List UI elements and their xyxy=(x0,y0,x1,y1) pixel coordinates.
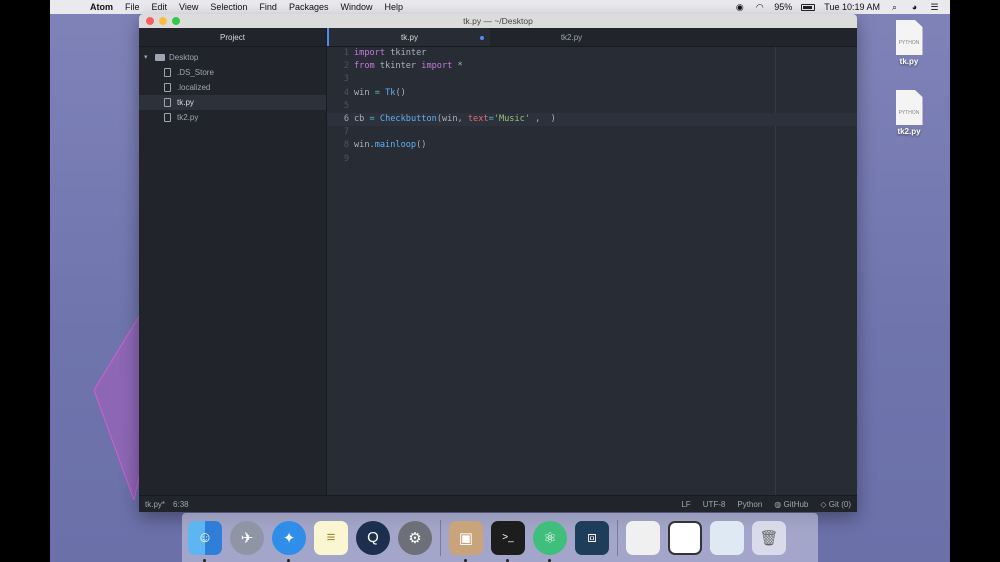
tree-folder-desktop[interactable]: ▾ Desktop xyxy=(139,49,326,65)
folder-label: Desktop xyxy=(169,52,199,62)
line-number: 7 xyxy=(343,127,349,138)
project-tree: Project ▾ Desktop .DS_Store .localized t… xyxy=(139,28,327,495)
line-number: 6 xyxy=(343,113,349,124)
window-thumbnail-icon[interactable] xyxy=(668,520,702,555)
code-line: 8 win.mainloop() xyxy=(327,139,857,152)
atom-window: tk.py — ~/Desktop Project ▾ Desktop .DS_… xyxy=(139,14,857,512)
line-number: 9 xyxy=(343,153,349,164)
file-icon xyxy=(164,98,171,107)
code-line-current: 6 cb = Checkbutton(win, text='Music' , ) xyxy=(327,112,857,127)
window-title: tk.py — ~/Desktop xyxy=(463,16,533,26)
tab-label: tk.py xyxy=(401,33,418,42)
dock-separator xyxy=(617,519,618,556)
safari-icon[interactable]: ✦ xyxy=(272,520,306,562)
file-icon xyxy=(164,83,171,92)
siri-icon[interactable]: ◕ xyxy=(909,2,920,12)
title-bar: tk.py — ~/Desktop xyxy=(139,14,857,28)
image-thumbnail-icon[interactable] xyxy=(710,520,744,555)
menu-window[interactable]: Window xyxy=(340,2,372,12)
status-encoding[interactable]: UTF-8 xyxy=(703,500,726,509)
tree-file-tk2-py[interactable]: tk2.py xyxy=(139,110,326,125)
code-line: 3 xyxy=(327,73,857,86)
screen: Atom File Edit View Selection Find Packa… xyxy=(50,0,950,562)
line-number: 1 xyxy=(343,48,349,58)
dock-separator xyxy=(440,519,441,556)
notification-center-icon[interactable]: ☰ xyxy=(929,2,940,12)
line-number: 2 xyxy=(343,61,349,72)
desktop-file-tk2-py[interactable]: PYTHON tk2.py xyxy=(889,90,929,136)
menu-help[interactable]: Help xyxy=(384,2,403,12)
file-label: tk.py xyxy=(177,98,194,107)
status-file[interactable]: tk.py* xyxy=(145,500,165,509)
code-line: 7 xyxy=(327,126,857,139)
status-bar: tk.py* 6:38 LF UTF-8 Python ◍ GitHub ◇ G… xyxy=(139,495,857,512)
tree-file-localized[interactable]: .localized xyxy=(139,80,326,95)
quicktime-icon[interactable]: Q xyxy=(356,520,390,555)
dock: ☺ ✈ ✦ ≡ Q ⚙ ▣ >_ ⚛ ⧈ 🗑 xyxy=(182,513,818,562)
code-line: 2 from tkinter import * xyxy=(327,60,857,73)
code-line: 4 win = Tk() xyxy=(327,87,857,100)
tab-tk-py[interactable]: tk.py xyxy=(327,28,490,46)
launchpad-icon[interactable]: ✈ xyxy=(230,520,264,555)
tab-tk2-py[interactable]: tk2.py xyxy=(490,28,653,46)
screen-record-icon[interactable]: ◉ xyxy=(734,2,745,12)
status-grammar[interactable]: Python xyxy=(737,500,762,509)
atom-icon[interactable]: ⚛ xyxy=(533,520,567,562)
desktop-file-label: tk2.py xyxy=(897,127,921,136)
status-git[interactable]: ◇ Git (0) xyxy=(820,500,851,509)
finder-icon[interactable]: ☺ xyxy=(188,520,222,562)
desktop-file-label: tk.py xyxy=(899,57,919,66)
git-icon: ◇ xyxy=(820,499,829,509)
menu-edit[interactable]: Edit xyxy=(152,2,168,12)
file-label: .DS_Store xyxy=(177,68,214,77)
line-number: 3 xyxy=(343,74,349,85)
spotlight-icon[interactable]: ⌕ xyxy=(889,2,900,12)
desktop-file-tk-py[interactable]: PYTHON tk.py xyxy=(889,20,929,66)
tree-header[interactable]: Project xyxy=(139,28,326,47)
status-github[interactable]: ◍ GitHub xyxy=(774,500,808,509)
status-cursor-position[interactable]: 6:38 xyxy=(173,500,189,509)
wifi-icon[interactable]: ◠ xyxy=(754,2,765,12)
brackets-icon[interactable]: ⧈ xyxy=(575,520,609,555)
line-number: 4 xyxy=(343,87,349,98)
code-line: 9 xyxy=(327,153,857,166)
code-line: 5 xyxy=(327,100,857,113)
tab-bar: tk.py tk2.py xyxy=(327,28,857,47)
tree-file-tk-py[interactable]: tk.py xyxy=(139,95,326,110)
document-thumbnail-icon[interactable] xyxy=(626,520,660,555)
code-editor[interactable]: 1 import tkinter 2 from tkinter import * 3… xyxy=(327,47,857,495)
menu-packages[interactable]: Packages xyxy=(289,2,329,12)
folder-icon xyxy=(155,53,165,61)
terminal-icon[interactable]: >_ xyxy=(491,520,525,562)
menu-file[interactable]: File xyxy=(125,2,140,12)
code-line: 1 import tkinter xyxy=(327,47,857,60)
modified-indicator-icon xyxy=(480,36,484,40)
file-label: tk2.py xyxy=(177,113,199,122)
menu-app[interactable]: Atom xyxy=(90,2,113,12)
trash-icon[interactable]: 🗑 xyxy=(752,520,786,555)
battery-icon[interactable] xyxy=(801,3,816,11)
file-label: .localized xyxy=(177,83,211,92)
line-number: 8 xyxy=(343,140,349,151)
preview-icon[interactable]: ▣ xyxy=(449,520,483,562)
line-number: 5 xyxy=(343,100,349,111)
tree-file-ds-store[interactable]: .DS_Store xyxy=(139,65,326,80)
menu-selection[interactable]: Selection xyxy=(210,2,247,12)
system-preferences-icon[interactable]: ⚙ xyxy=(398,520,432,555)
notes-icon[interactable]: ≡ xyxy=(314,520,348,555)
python-file-icon: PYTHON xyxy=(895,20,923,55)
python-file-icon: PYTHON xyxy=(895,90,923,125)
menu-bar: Atom File Edit View Selection Find Packa… xyxy=(50,0,950,14)
battery-percent: 95% xyxy=(774,2,793,12)
editor-pane: tk.py tk2.py 1 import tkinter 2 from tkint… xyxy=(327,28,857,495)
file-icon xyxy=(164,113,171,122)
tab-label: tk2.py xyxy=(560,33,583,42)
chevron-down-icon: ▾ xyxy=(144,54,148,61)
menu-view[interactable]: View xyxy=(179,2,198,12)
clock[interactable]: Tue 10:19 AM xyxy=(824,2,880,12)
file-icon xyxy=(164,68,171,77)
status-line-ending[interactable]: LF xyxy=(681,500,690,509)
menu-find[interactable]: Find xyxy=(259,2,277,12)
